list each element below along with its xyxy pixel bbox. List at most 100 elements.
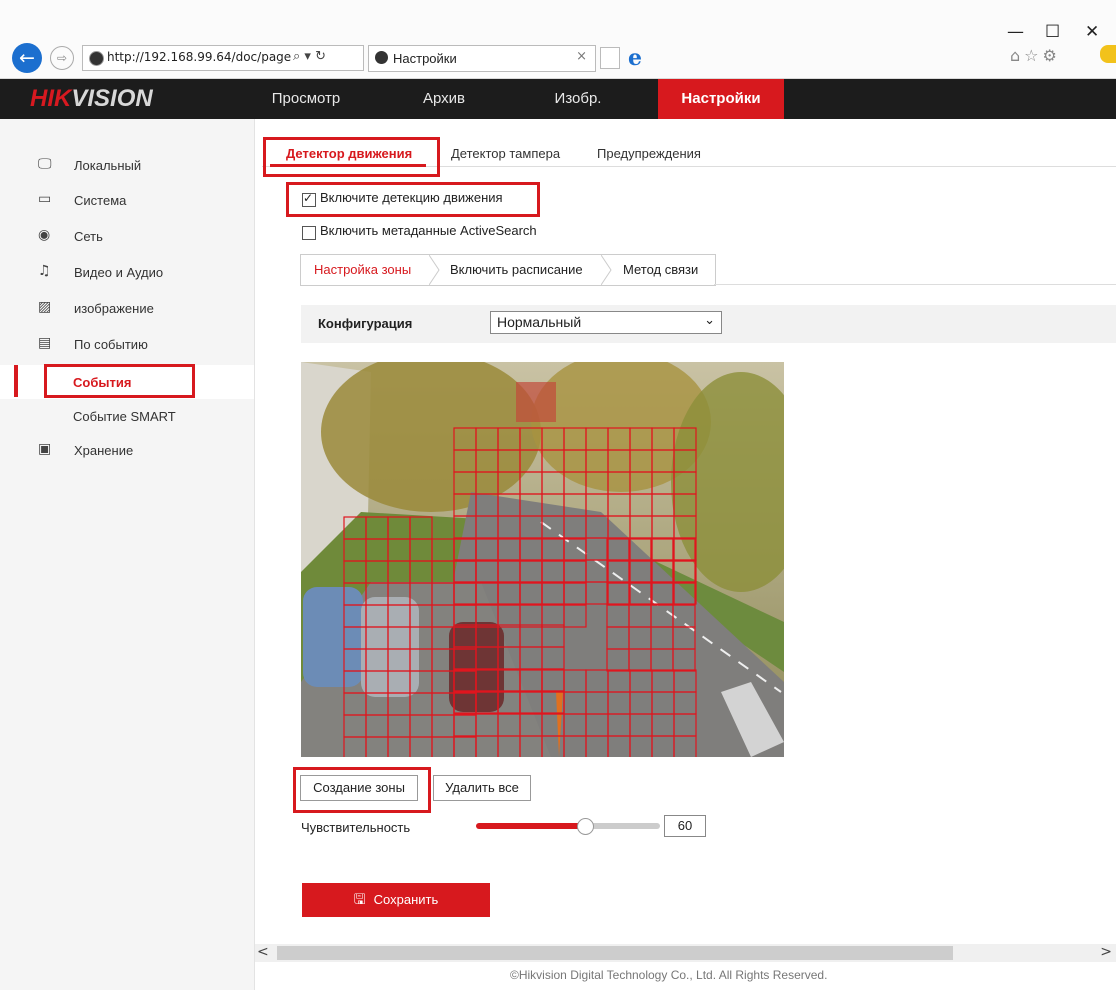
sidebar-item-local[interactable]: 🖵 Локальный <box>0 148 254 182</box>
motion-cell[interactable] <box>431 648 455 672</box>
motion-cell[interactable] <box>365 538 389 562</box>
config-select[interactable]: Нормальный ⌄ <box>490 311 722 334</box>
motion-cell[interactable] <box>431 626 455 650</box>
motion-cell[interactable] <box>519 713 543 737</box>
back-arrow-icon[interactable]: ← <box>12 43 42 73</box>
motion-cell[interactable] <box>453 559 477 583</box>
motion-cell[interactable] <box>453 690 477 714</box>
motion-cell[interactable] <box>497 735 521 757</box>
motion-cell[interactable] <box>475 493 499 517</box>
motion-cell[interactable] <box>673 449 697 473</box>
motion-cell[interactable] <box>563 515 587 539</box>
motion-cell[interactable] <box>343 538 367 562</box>
motion-cell[interactable] <box>475 604 499 628</box>
sensitivity-slider-handle[interactable] <box>577 818 594 835</box>
motion-cell[interactable] <box>343 560 367 584</box>
motion-cell[interactable] <box>519 581 543 605</box>
motion-cell[interactable] <box>343 604 367 628</box>
motion-cell[interactable] <box>343 516 367 540</box>
motion-cell[interactable] <box>497 581 521 605</box>
motion-cell[interactable] <box>541 582 565 606</box>
motion-cell[interactable] <box>453 691 477 715</box>
motion-cell[interactable] <box>497 604 521 628</box>
motion-cell[interactable] <box>519 427 543 451</box>
motion-cell[interactable] <box>563 713 587 737</box>
browser-tab[interactable]: Настройки × <box>368 45 596 72</box>
motion-cell[interactable] <box>585 735 609 757</box>
sensitivity-value[interactable]: 60 <box>664 815 706 837</box>
motion-cell[interactable] <box>387 670 411 694</box>
motion-cell[interactable] <box>585 493 609 517</box>
motion-cell[interactable] <box>629 669 653 693</box>
motion-cell[interactable] <box>387 736 411 757</box>
motion-cell[interactable] <box>629 427 653 451</box>
motion-cell[interactable] <box>519 624 543 648</box>
motion-cell[interactable] <box>475 515 499 539</box>
close-window-icon[interactable]: ✕ <box>1085 22 1099 42</box>
sidebar-item-storage[interactable]: ▣ Хранение <box>0 433 254 467</box>
motion-cell[interactable] <box>651 427 675 451</box>
motion-cell[interactable] <box>475 735 499 757</box>
subtab-zone-setup[interactable]: Настройка зоны <box>314 262 411 277</box>
motion-cell[interactable] <box>409 516 433 540</box>
motion-cell[interactable] <box>650 538 674 562</box>
motion-cell[interactable] <box>541 735 565 757</box>
motion-cell[interactable] <box>475 581 499 605</box>
motion-cell[interactable] <box>343 648 367 672</box>
scroll-thumb[interactable] <box>277 946 953 960</box>
motion-cell[interactable] <box>497 449 521 473</box>
motion-cell[interactable] <box>650 582 674 606</box>
motion-cell[interactable] <box>365 648 389 672</box>
subtab-schedule[interactable]: Включить расписание <box>450 262 583 277</box>
motion-cell[interactable] <box>585 581 609 605</box>
motion-cell[interactable] <box>650 626 674 650</box>
motion-cell[interactable] <box>651 713 675 737</box>
new-tab-icon[interactable] <box>600 47 620 69</box>
motion-cell[interactable] <box>541 691 565 715</box>
motion-cell[interactable] <box>453 670 477 694</box>
motion-cell[interactable] <box>541 690 565 714</box>
motion-cell[interactable] <box>672 648 696 672</box>
motion-cell[interactable] <box>453 560 477 584</box>
sidebar-item-network[interactable]: ◉ Сеть <box>0 219 254 253</box>
motion-cell[interactable] <box>497 690 521 714</box>
motion-cell[interactable] <box>453 471 477 495</box>
motion-cell[interactable] <box>673 713 697 737</box>
toolbar-icons[interactable]: ⌂☆⚙ <box>1010 46 1061 65</box>
motion-cell[interactable] <box>519 582 543 606</box>
motion-cell[interactable] <box>563 538 587 562</box>
motion-cell[interactable] <box>673 669 697 693</box>
nav-image[interactable]: Изобр. <box>538 79 618 119</box>
motion-cell[interactable] <box>497 515 521 539</box>
motion-cell[interactable] <box>585 537 609 561</box>
motion-cell[interactable] <box>497 582 521 606</box>
motion-cell[interactable] <box>453 538 477 562</box>
motion-cell[interactable] <box>497 559 521 583</box>
motion-cell[interactable] <box>365 560 389 584</box>
maximize-icon[interactable]: ☐ <box>1045 22 1060 42</box>
motion-cell[interactable] <box>409 736 433 757</box>
motion-cell[interactable] <box>606 582 630 606</box>
motion-cell[interactable] <box>387 516 411 540</box>
motion-cell[interactable] <box>453 668 477 692</box>
motion-cell[interactable] <box>563 604 587 628</box>
motion-cell[interactable] <box>541 646 565 670</box>
motion-cell[interactable] <box>409 560 433 584</box>
motion-cell[interactable] <box>607 493 631 517</box>
motion-cell[interactable] <box>673 581 697 605</box>
motion-cell[interactable] <box>563 449 587 473</box>
motion-cell[interactable] <box>409 670 433 694</box>
motion-cell[interactable] <box>475 668 499 692</box>
motion-cell[interactable] <box>519 537 543 561</box>
motion-cell[interactable] <box>431 560 455 584</box>
motion-cell[interactable] <box>607 559 631 583</box>
motion-cell[interactable] <box>453 713 477 737</box>
motion-cell[interactable] <box>607 581 631 605</box>
motion-cell[interactable] <box>607 449 631 473</box>
motion-cell[interactable] <box>343 692 367 716</box>
motion-cell[interactable] <box>453 669 477 693</box>
motion-cell[interactable] <box>453 560 477 584</box>
motion-cell[interactable] <box>343 736 367 757</box>
motion-cell[interactable] <box>519 668 543 692</box>
motion-cell[interactable] <box>453 646 477 670</box>
